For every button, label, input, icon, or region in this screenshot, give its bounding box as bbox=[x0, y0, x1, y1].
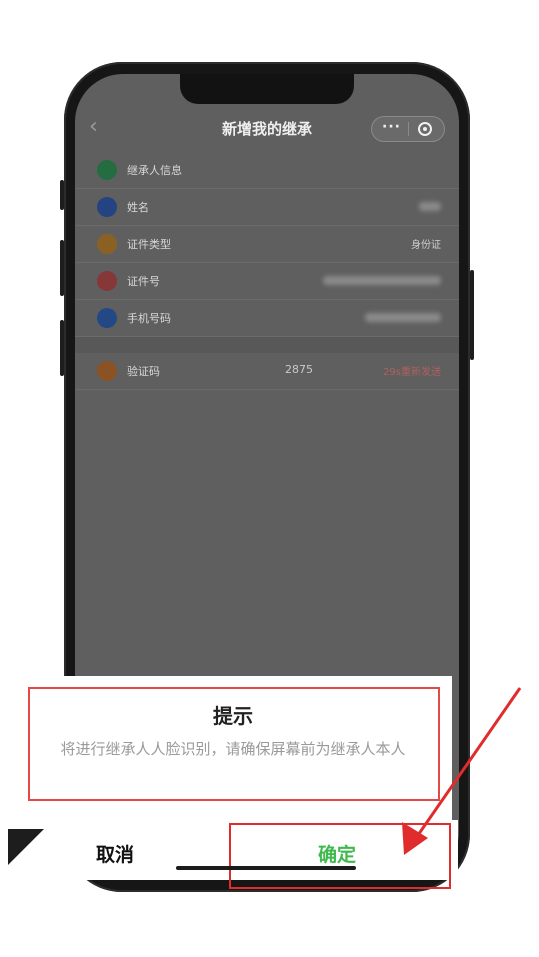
pointer-arrow-icon bbox=[402, 687, 522, 855]
